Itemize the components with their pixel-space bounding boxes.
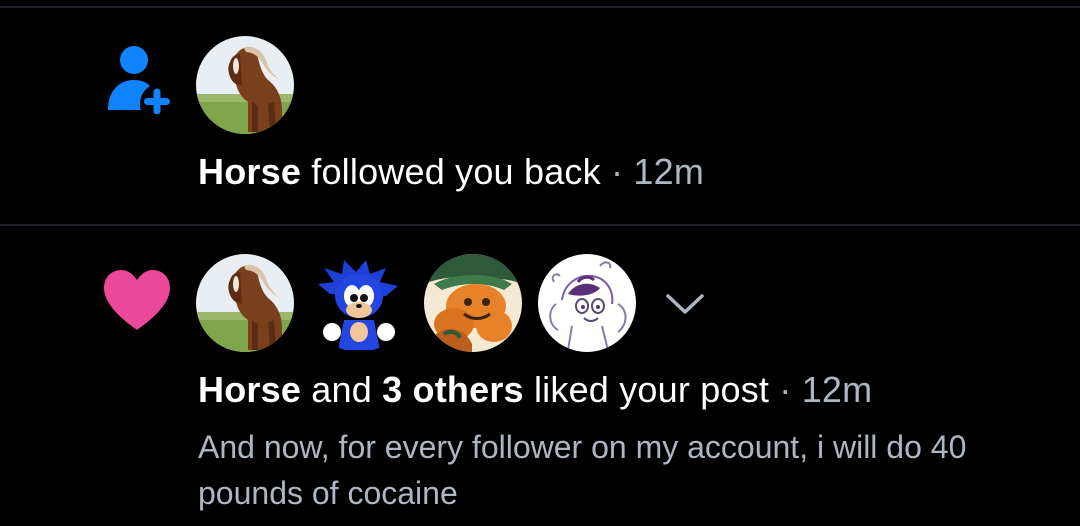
separator: · [769, 369, 802, 410]
person-add-icon [108, 46, 170, 114]
horse-avatar[interactable] [196, 254, 294, 352]
sonic-avatar[interactable] [310, 254, 408, 352]
orange-cartoon-avatar[interactable] [424, 254, 522, 352]
like-notification-text: Horse and 3 others liked your post · 12m [198, 368, 872, 412]
timestamp: 12m [801, 369, 873, 410]
action-text: followed you back [301, 151, 601, 192]
chevron-down-icon[interactable] [662, 288, 708, 318]
others-count[interactable]: 3 others [382, 369, 524, 410]
action-text: liked your post [523, 369, 770, 410]
actor-name[interactable]: Horse [198, 151, 301, 192]
timestamp: 12m [633, 151, 705, 192]
follow-notification-text: Horse followed you back · 12m [198, 150, 704, 194]
sketch-character-avatar[interactable] [538, 254, 636, 352]
heart-icon [104, 270, 170, 330]
actor-name[interactable]: Horse [198, 369, 301, 410]
conjunction-text: and [301, 369, 383, 410]
liked-post-text[interactable]: And now, for every follower on my accoun… [198, 424, 1038, 516]
separator: · [600, 151, 634, 192]
horse-avatar[interactable] [196, 36, 294, 134]
